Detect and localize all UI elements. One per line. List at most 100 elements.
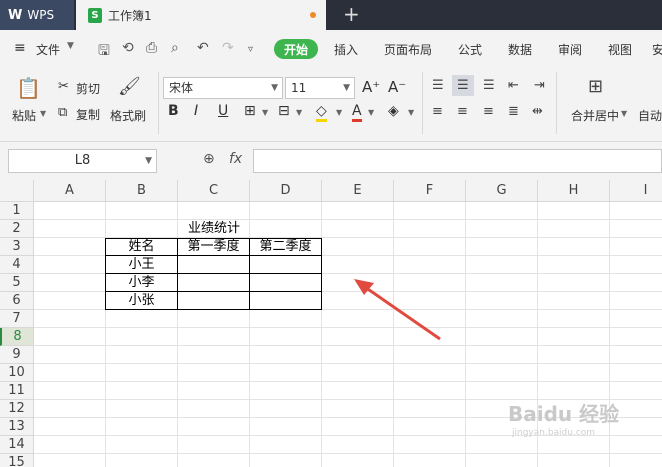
align-top-icon[interactable]: ☰ [432, 78, 444, 93]
auto-wrap-button[interactable]: 自动 [638, 107, 662, 124]
name-cell[interactable]: 小李 [106, 274, 177, 292]
table-header-cell[interactable]: 第二季度 [250, 238, 321, 256]
align-bottom-icon[interactable]: ☰ [483, 78, 495, 93]
fill-color-dropdown-icon[interactable]: ▼ [336, 108, 342, 117]
row-header[interactable]: 9 [0, 346, 34, 364]
wps-home-tab[interactable]: W WPS [0, 0, 74, 30]
font-color-icon[interactable]: A [352, 103, 362, 122]
row-header[interactable]: 10 [0, 364, 34, 382]
cell-style-icon[interactable]: ⊟ [278, 103, 290, 119]
align-center-icon[interactable]: ≡ [457, 104, 468, 119]
paste-dropdown-icon[interactable]: ▼ [40, 109, 46, 118]
gridline [34, 453, 662, 454]
tab-insert[interactable]: 插入 [334, 41, 358, 58]
tab-data[interactable]: 数据 [508, 41, 532, 58]
format-painter-icon[interactable]: 🖌 [118, 76, 141, 97]
tab-page-layout[interactable]: 页面布局 [384, 41, 432, 58]
copy-button[interactable]: 复制 [76, 106, 100, 123]
tab-view[interactable]: 视图 [608, 41, 632, 58]
cell-style-dropdown-icon[interactable]: ▼ [296, 108, 302, 117]
cut-button[interactable]: 剪切 [76, 80, 100, 97]
bold-icon[interactable]: B [168, 103, 179, 119]
font-size-select[interactable]: 11 ▼ [285, 77, 355, 99]
insert-function-icon[interactable]: fx [229, 151, 242, 167]
row-header[interactable]: 3 [0, 238, 34, 256]
column-header[interactable]: I [610, 180, 662, 202]
print-preview-icon[interactable]: ⌕ [171, 40, 179, 56]
cut-icon[interactable]: ✂ [58, 79, 69, 94]
fill-color-icon[interactable]: ◇ [316, 103, 327, 122]
hamburger-menu-icon[interactable]: ≡ [14, 40, 26, 56]
format-painter-button[interactable]: 格式刷 [110, 107, 146, 124]
row-header[interactable]: 5 [0, 274, 34, 292]
watermark-logo: Baidu 经验 [508, 402, 620, 426]
row-header-selected[interactable]: 8 [0, 328, 34, 346]
tab-review[interactable]: 审阅 [558, 41, 582, 58]
save-icon[interactable]: 🖫 [98, 40, 110, 64]
row-header[interactable]: 14 [0, 436, 34, 454]
name-cell[interactable]: 小王 [106, 256, 177, 274]
formula-input[interactable] [253, 149, 662, 173]
annotation-arrow-icon [354, 279, 441, 341]
merge-center-button[interactable]: 合并居中 [571, 107, 619, 124]
select-all-corner[interactable] [0, 180, 34, 202]
column-header[interactable]: F [394, 180, 466, 202]
font-increase-icon[interactable]: A⁺ [362, 78, 380, 96]
table-header-cell[interactable]: 姓名 [106, 238, 177, 256]
align-left-icon[interactable]: ≡ [432, 104, 443, 119]
name-cell[interactable]: 小张 [106, 292, 177, 310]
row-header[interactable]: 4 [0, 256, 34, 274]
clear-icon[interactable]: ◈ [388, 103, 399, 119]
align-middle-icon[interactable]: ☰ [452, 75, 474, 96]
font-name-select[interactable]: 宋体 ▼ [163, 77, 283, 99]
print-icon[interactable]: ⎙ [146, 40, 157, 56]
row-header[interactable]: 11 [0, 382, 34, 400]
underline-icon[interactable]: U [218, 103, 228, 119]
font-decrease-icon[interactable]: A⁻ [388, 78, 406, 96]
column-header[interactable]: A [34, 180, 106, 202]
border-dropdown-icon[interactable]: ▼ [262, 108, 268, 117]
indent-increase-icon[interactable]: ⇥ [534, 78, 545, 93]
table-header-cell[interactable]: 第一季度 [178, 238, 249, 256]
row-header[interactable]: 2 [0, 220, 34, 238]
indent-decrease-icon[interactable]: ⇤ [508, 78, 519, 93]
clear-dropdown-icon[interactable]: ▼ [408, 108, 414, 117]
undo-history-icon[interactable]: ⟲ [122, 40, 134, 56]
row-header[interactable]: 12 [0, 400, 34, 418]
merge-center-icon[interactable]: ⊞ [588, 76, 603, 97]
table-title-cell[interactable]: 业绩统计 [178, 220, 250, 238]
column-header[interactable]: E [322, 180, 394, 202]
row-header[interactable]: 1 [0, 202, 34, 220]
paste-icon[interactable]: 📋 [16, 76, 41, 100]
row-header[interactable]: 7 [0, 310, 34, 328]
merge-dropdown-icon[interactable]: ▼ [621, 109, 627, 118]
font-color-dropdown-icon[interactable]: ▼ [368, 108, 374, 117]
column-header[interactable]: H [538, 180, 610, 202]
column-header[interactable]: B [106, 180, 178, 202]
column-header[interactable]: C [178, 180, 250, 202]
zoom-search-icon[interactable]: ⊕ [203, 151, 215, 167]
italic-icon[interactable]: I [194, 103, 198, 119]
quick-access-more-icon[interactable]: ▿ [248, 44, 253, 55]
row-header[interactable]: 6 [0, 292, 34, 310]
border-icon[interactable]: ⊞ [244, 103, 256, 119]
file-dropdown-icon[interactable]: ▼ [67, 41, 74, 51]
tab-start[interactable]: 开始 [274, 39, 318, 59]
document-tab[interactable]: S 工作簿1 [76, 0, 326, 30]
tab-security[interactable]: 安 [652, 41, 662, 58]
name-box[interactable]: L8 ▼ [8, 149, 157, 173]
justify-icon[interactable]: ≣ [508, 104, 519, 119]
tab-formula[interactable]: 公式 [458, 41, 482, 58]
menu-file[interactable]: 文件 [36, 41, 60, 58]
new-tab-plus-icon[interactable]: + [343, 4, 360, 24]
row-header[interactable]: 15 [0, 454, 34, 467]
paste-button[interactable]: 粘贴 [12, 107, 36, 124]
column-header[interactable]: G [466, 180, 538, 202]
redo-icon[interactable]: ↷ [222, 40, 234, 56]
column-header[interactable]: D [250, 180, 322, 202]
align-right-icon[interactable]: ≡ [483, 104, 494, 119]
copy-icon[interactable]: ⧉ [58, 105, 67, 120]
row-header[interactable]: 13 [0, 418, 34, 436]
undo-icon[interactable]: ↶ [197, 40, 209, 56]
distributed-icon[interactable]: ⇹ [532, 104, 543, 119]
